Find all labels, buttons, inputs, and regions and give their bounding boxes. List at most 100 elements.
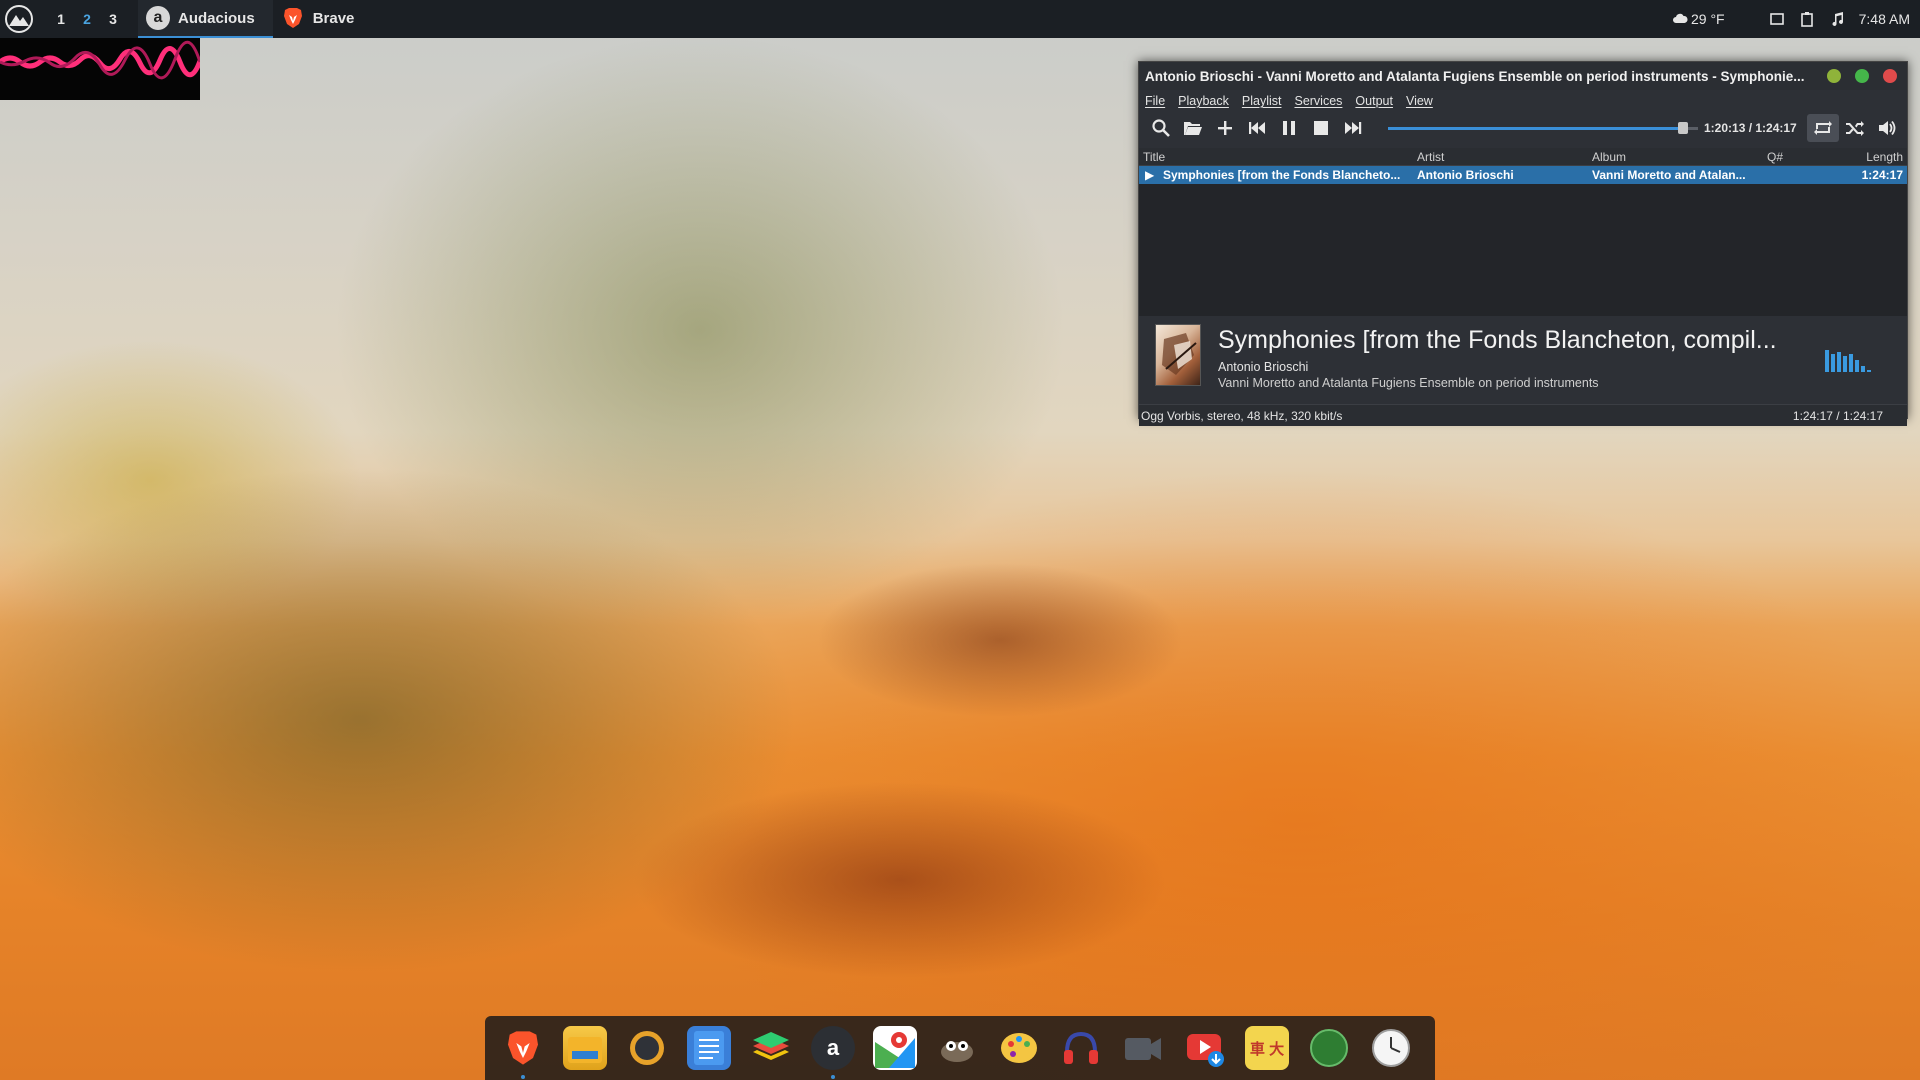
cloud-icon [1673, 13, 1688, 23]
tray-clipboard-button[interactable] [1799, 11, 1815, 27]
minimize-button[interactable] [1827, 69, 1841, 83]
dock-youtube-downloader[interactable] [1183, 1026, 1227, 1070]
palette-icon [1001, 1033, 1037, 1063]
music-note-icon [1832, 12, 1843, 26]
now-playing-artist: Antonio Brioschi [1218, 360, 1309, 374]
brave-icon [508, 1031, 538, 1065]
workspace-2[interactable]: 2 [74, 11, 100, 27]
dock-palette[interactable] [997, 1026, 1041, 1070]
search-icon [1152, 119, 1170, 137]
visualizer-bar [1849, 354, 1853, 372]
menu-view[interactable]: View [1406, 94, 1433, 108]
repeat-toggle[interactable] [1807, 114, 1839, 142]
workspace-1[interactable]: 1 [48, 11, 74, 27]
dock-layers[interactable] [749, 1026, 793, 1070]
column-artist[interactable]: Artist [1417, 150, 1444, 164]
headphones-icon [1064, 1031, 1098, 1064]
menu-playlist[interactable]: Playlist [1242, 94, 1282, 108]
dock-audacious[interactable]: a [811, 1026, 855, 1079]
dock-green-orb[interactable] [1307, 1026, 1351, 1070]
workspace-switcher: 1 2 3 [48, 11, 126, 27]
pause-button[interactable] [1273, 114, 1305, 142]
open-files-button[interactable] [1177, 114, 1209, 142]
weather-widget[interactable]: 29 °F [1672, 11, 1725, 27]
folder-open-icon [1184, 122, 1202, 135]
gimp-icon [941, 1041, 973, 1062]
row-artist: Antonio Brioschi [1417, 168, 1514, 182]
now-playing-title: Symphonies [from the Fonds Blancheton, c… [1218, 326, 1777, 354]
skip-back-icon [1249, 122, 1265, 134]
column-album[interactable]: Album [1592, 150, 1626, 164]
seek-slider[interactable] [1388, 122, 1698, 134]
workspace-3[interactable]: 3 [100, 11, 126, 27]
status-time: 1:24:17 / 1:24:17 [1792, 408, 1883, 423]
visualizer-bar [1837, 352, 1841, 372]
window-titlebar[interactable]: Antonio Brioschi - Vanni Moretto and Ata… [1139, 62, 1907, 90]
row-length: 1:24:17 [1861, 168, 1903, 182]
seek-handle[interactable] [1677, 122, 1688, 134]
visualizer-bar [1861, 366, 1865, 372]
dock-clock[interactable] [1369, 1026, 1413, 1070]
dock-dictionary[interactable]: 車 大 [1245, 1026, 1289, 1070]
dock-video-recorder[interactable] [1121, 1026, 1165, 1070]
dock-brave[interactable] [501, 1026, 545, 1079]
app-launcher-button[interactable] [0, 0, 38, 38]
now-playing-arrow-icon: ▶ [1145, 168, 1155, 182]
dock-gimp[interactable] [935, 1026, 979, 1070]
speaker-volume-icon [1879, 120, 1896, 136]
dock-headphones[interactable] [1059, 1026, 1103, 1070]
shuffle-toggle[interactable] [1839, 114, 1871, 142]
audacious-icon: a [146, 6, 170, 30]
maps-icon [875, 1032, 915, 1068]
maximize-button[interactable] [1855, 69, 1869, 83]
mountain-logo-icon [5, 5, 33, 33]
album-art-image [1162, 333, 1197, 375]
system-monitor-icon [630, 1031, 664, 1065]
notes-icon [694, 1031, 724, 1065]
tray-window-button[interactable] [1769, 11, 1785, 27]
stop-button[interactable] [1305, 114, 1337, 142]
tray-music-button[interactable] [1829, 11, 1845, 27]
files-icon [568, 1037, 602, 1063]
dock-notes[interactable] [687, 1026, 731, 1070]
now-playing-panel: Symphonies [from the Fonds Blancheton, c… [1139, 316, 1907, 404]
dock-system-monitor[interactable] [625, 1026, 669, 1070]
shuffle-icon [1846, 121, 1864, 136]
column-title[interactable]: Title [1143, 150, 1165, 164]
brave-lion-icon [281, 6, 305, 30]
menu-playback[interactable]: Playback [1178, 94, 1229, 108]
close-button[interactable] [1883, 69, 1897, 83]
menu-bar: File Playback Playlist Services Output V… [1139, 90, 1907, 112]
youtube-downloader-icon [1187, 1034, 1224, 1067]
add-files-button[interactable] [1209, 114, 1241, 142]
volume-button[interactable] [1871, 114, 1903, 142]
dock-maps[interactable] [873, 1026, 917, 1070]
column-queue[interactable]: Q# [1767, 150, 1783, 164]
previous-button[interactable] [1241, 114, 1273, 142]
video-recorder-icon [1125, 1038, 1161, 1060]
playlist[interactable]: ▶ Symphonies [from the Fonds Blancheto..… [1139, 166, 1907, 316]
audio-visualizer-widget [0, 38, 200, 100]
taskbar-item-audacious[interactable]: a Audacious [138, 0, 273, 38]
column-length[interactable]: Length [1866, 150, 1903, 164]
dock-files[interactable] [563, 1026, 607, 1070]
weather-temperature: 29 °F [1691, 11, 1725, 27]
next-button[interactable] [1337, 114, 1369, 142]
menu-output[interactable]: Output [1355, 94, 1393, 108]
status-bar: Ogg Vorbis, stereo, 48 kHz, 320 kbit/s 1… [1139, 404, 1907, 426]
top-panel: 1 2 3 a Audacious Brave 29 °F 7:48 AM [0, 0, 1920, 38]
panel-clock[interactable]: 7:48 AM [1859, 11, 1910, 27]
taskbar-item-brave[interactable]: Brave [273, 0, 373, 38]
plus-icon [1218, 121, 1232, 135]
search-button[interactable] [1145, 114, 1177, 142]
playlist-header: Title Artist Album Q# Length [1139, 148, 1907, 166]
menu-file[interactable]: File [1145, 94, 1165, 108]
clipboard-icon [1800, 12, 1813, 27]
menu-services[interactable]: Services [1294, 94, 1342, 108]
taskbar-item-label: Brave [312, 9, 355, 27]
audacious-icon: a [826, 1035, 840, 1060]
visualizer-bar [1831, 354, 1835, 372]
dictionary-icon: 車 大 [1249, 1040, 1285, 1058]
album-art [1155, 324, 1201, 386]
playlist-row[interactable]: ▶ Symphonies [from the Fonds Blancheto..… [1139, 166, 1907, 184]
